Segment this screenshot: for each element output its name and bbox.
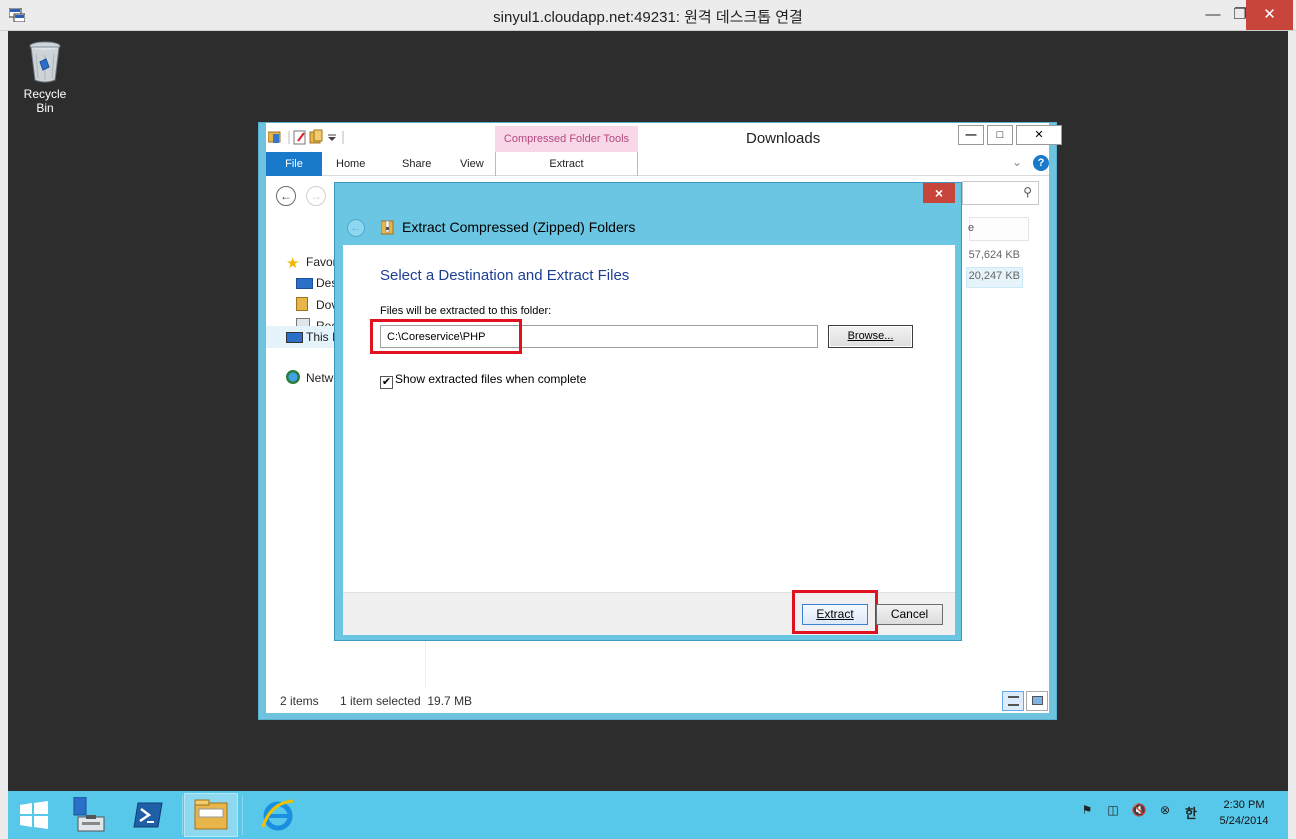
rdp-titlebar: sinyul1.cloudapp.net:49231: 원격 데스크톱 연결 —… [0, 0, 1296, 31]
status-item-count: 2 items [280, 694, 319, 708]
destination-path-input[interactable] [380, 325, 818, 348]
arrow-right-icon: → [310, 189, 322, 203]
rdp-left-border [0, 31, 8, 839]
ime-indicator[interactable]: 한 [1182, 803, 1200, 821]
details-view-icon [1008, 696, 1019, 706]
server-manager-icon [73, 796, 105, 832]
nav-network[interactable]: Netw [286, 370, 333, 385]
recycle-bin-icon [29, 41, 61, 83]
dialog-title: Extract Compressed (Zipped) Folders [402, 219, 636, 235]
nav-favorites[interactable]: ★ Favor [286, 255, 337, 271]
nav-network-label: Netw [306, 371, 334, 385]
file-size-cell: 20,247 KB [968, 270, 1020, 282]
explorer-close-button[interactable]: ✕ [1016, 125, 1062, 145]
arrow-left-icon: ← [350, 222, 362, 234]
volume-muted-icon[interactable]: 🔇 [1130, 803, 1148, 821]
forward-button[interactable]: → [306, 186, 326, 206]
minimize-icon: — [965, 129, 977, 141]
file-explorer-taskbar-button[interactable] [184, 793, 238, 837]
tab-extract[interactable]: Extract [495, 152, 638, 176]
quick-access-toolbar-icon[interactable] [268, 129, 368, 145]
extract-button[interactable]: Extract [802, 604, 868, 625]
clock-time: 2:30 PM [1223, 799, 1265, 811]
dialog-footer: Extract Cancel [343, 590, 955, 635]
arrow-left-icon: ← [280, 189, 292, 203]
status-selection: 1 item selected 19.7 MB [340, 694, 473, 708]
taskbar-clock[interactable]: 2:30 PM 5/24/2014 [1204, 797, 1284, 829]
show-files-checkbox-label: Show extracted files when complete [395, 372, 587, 386]
internet-explorer-taskbar-button[interactable] [254, 793, 304, 837]
server-manager-taskbar-button[interactable] [72, 793, 112, 837]
dialog-close-button[interactable]: × [923, 183, 955, 203]
dialog-heading: Select a Destination and Extract Files [380, 267, 630, 284]
status-bar: 2 items 1 item selected 19.7 MB [266, 689, 1049, 713]
extract-dialog: × ← Extract Compressed (Zipped) Folders … [334, 182, 962, 641]
taskbar-separator [182, 795, 183, 835]
show-files-checkbox[interactable]: ✔ [380, 376, 393, 389]
back-button[interactable]: ← [276, 186, 296, 206]
details-view-button[interactable] [1002, 691, 1024, 711]
dialog-back-button[interactable]: ← [347, 219, 365, 237]
recycle-bin-shortcut[interactable]: Recycle Bin [15, 40, 75, 115]
nav-desktop[interactable]: Des [296, 276, 337, 290]
clock-date: 5/24/2014 [1219, 815, 1269, 827]
rdp-right-border [1288, 31, 1296, 839]
compressed-folder-tools-tab-group: Compressed Folder Tools [495, 126, 638, 152]
computer-icon [286, 332, 303, 343]
search-icon: ⚲ [1023, 185, 1032, 199]
taskbar: ⚑ ◫ 🔇 ⊗ 한 2:30 PM 5/24/2014 [8, 791, 1288, 839]
large-icons-view-icon [1032, 696, 1043, 705]
internet-explorer-icon [261, 799, 294, 831]
tab-file[interactable]: File [266, 152, 322, 176]
search-box[interactable]: ⚲ [962, 181, 1039, 205]
ribbon-tabs: File Home Share View Extract ⌄ ? [266, 152, 1049, 176]
show-files-checkbox-row[interactable]: ✔ Show extracted files when complete [380, 372, 586, 389]
start-button[interactable] [18, 793, 54, 837]
star-icon: ★ [286, 255, 300, 272]
close-icon: ✕ [1263, 6, 1276, 23]
cancel-button[interactable]: Cancel [876, 604, 943, 625]
network-icon [286, 370, 300, 384]
rdp-window-title: sinyul1.cloudapp.net:49231: 원격 데스크톱 연결 [493, 9, 803, 26]
help-icon[interactable]: ? [1033, 155, 1049, 171]
column-header-label: e [968, 222, 975, 234]
large-icons-view-button[interactable] [1026, 691, 1048, 711]
explorer-window-title: Downloads [746, 130, 821, 147]
tab-home[interactable]: Home [336, 152, 365, 176]
windows-logo-icon [20, 801, 48, 829]
folder-icon [194, 799, 228, 830]
network-status-icon[interactable]: ◫ [1104, 803, 1122, 821]
explorer-maximize-button[interactable]: □ [987, 125, 1013, 145]
powershell-icon [133, 802, 163, 828]
dialog-body: Select a Destination and Extract Files F… [343, 245, 955, 592]
taskbar-separator [242, 795, 243, 835]
chevron-down-icon[interactable]: ⌄ [1012, 155, 1022, 169]
column-header-name[interactable]: e [968, 217, 1029, 241]
restore-icon: ❐ [1233, 6, 1247, 23]
tab-share[interactable]: Share [402, 152, 431, 176]
zip-folder-icon [381, 220, 394, 235]
browse-button[interactable]: Browse... [828, 325, 913, 348]
close-icon: × [934, 185, 944, 201]
nav-favorites-label: Favor [306, 255, 337, 269]
nav-this-pc-label: This I [306, 330, 336, 344]
close-icon: ✕ [1034, 129, 1044, 141]
explorer-titlebar: Compressed Folder Tools Downloads — □ ✕ [266, 123, 1062, 152]
recycle-bin-label: Recycle Bin [23, 87, 67, 115]
nav-this-pc[interactable]: This I [286, 330, 335, 344]
destination-path-label: Files will be extracted to this folder: [380, 305, 552, 317]
stop-circle-icon[interactable]: ⊗ [1156, 803, 1174, 821]
maximize-icon: □ [996, 129, 1004, 141]
action-center-flag-icon[interactable]: ⚑ [1078, 803, 1096, 821]
desktop: Recycle Bin Compressed Folder Tools Down… [8, 31, 1288, 791]
downloads-folder-icon [296, 297, 308, 311]
tab-view[interactable]: View [460, 152, 484, 176]
powershell-taskbar-button[interactable] [132, 793, 172, 837]
nav-downloads[interactable]: Dov [296, 297, 337, 312]
explorer-minimize-button[interactable]: — [958, 125, 984, 145]
rdp-close-button[interactable]: ✕ [1246, 0, 1293, 30]
desktop-folder-icon [296, 278, 313, 289]
file-size-cell: 57,624 KB [968, 249, 1020, 261]
